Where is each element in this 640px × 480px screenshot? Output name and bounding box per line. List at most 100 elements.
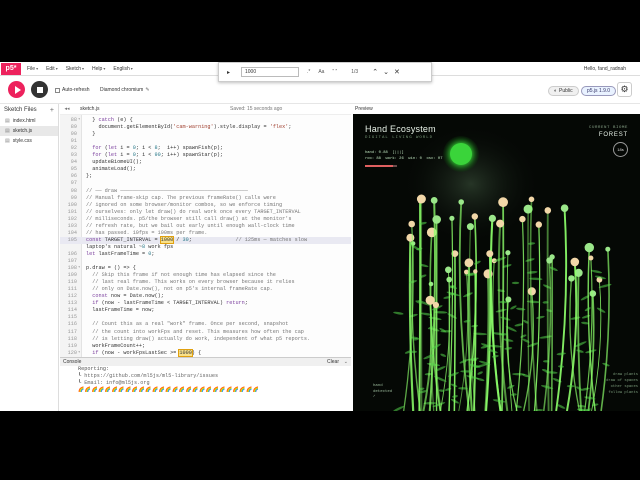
file-item-index-html[interactable]: ▤ index.html xyxy=(0,116,58,126)
auto-refresh-checkbox[interactable] xyxy=(55,87,60,93)
plant-leaf xyxy=(526,300,540,304)
find-previous-icon[interactable]: ⌃ xyxy=(372,68,378,76)
code-editor[interactable]: 88 ▾ } catch (e) {89 document.getElementB… xyxy=(60,114,351,357)
code-line[interactable]: 97 xyxy=(60,180,351,187)
line-number: 112 xyxy=(67,293,77,300)
code-line[interactable]: 106 let lastFrameTime = 0; xyxy=(60,251,351,258)
chevron-down-icon: ▾ xyxy=(36,65,39,71)
regex-toggle[interactable]: .* xyxy=(307,69,310,75)
project-name[interactable]: Diamond chromium ✎ xyxy=(100,87,150,93)
fold-icon[interactable]: ▾ xyxy=(78,265,82,272)
code-line[interactable]: 111 // only on Date.now(), not on p5's i… xyxy=(60,286,351,293)
plant-bud xyxy=(535,221,542,228)
menu-file[interactable]: File▾ xyxy=(27,66,38,72)
code-text: // last real frame. This works on every … xyxy=(92,279,295,286)
console-line: ┖ Email: info@ml5js.org xyxy=(78,380,150,386)
code-line[interactable]: 109 // Skip this frame if not enough tim… xyxy=(60,272,351,279)
project-name-label: Diamond chromium xyxy=(100,87,144,93)
chevron-down-icon[interactable]: ⌄ xyxy=(344,359,348,365)
code-line[interactable]: 102 // milliseconds. p5/the browser still… xyxy=(60,216,351,223)
plant-stem xyxy=(515,219,525,411)
line-number: 96 xyxy=(70,173,77,180)
menu-sketch[interactable]: Sketch▾ xyxy=(66,66,84,72)
code-line[interactable]: 120 ▾ if (now - workFpsLastSec >= 1000) { xyxy=(60,348,351,357)
code-line[interactable]: 119 workFrameCount++; xyxy=(60,343,351,350)
code-line[interactable]: 99 // Manual frame-skip cap. The previous… xyxy=(60,195,351,202)
p5-logo[interactable]: p5* xyxy=(1,62,21,75)
code-line[interactable]: 94 updateBiomeUI(); xyxy=(60,159,351,166)
code-line[interactable]: 90 } xyxy=(60,131,351,138)
whole-word-toggle[interactable]: “ ” xyxy=(332,69,337,75)
code-line[interactable]: 104 // has passed. 10fps = 100ms per fram… xyxy=(60,230,351,237)
code-line[interactable]: 95 animateLoad(); xyxy=(60,166,351,173)
code-line[interactable]: 91 xyxy=(60,138,351,145)
code-line[interactable]: 93 for (let i = 0; i < 90; i++) spawnSta… xyxy=(60,152,351,159)
user-menu[interactable]: Hello, fand_radnah xyxy=(584,66,626,72)
find-result-count: 1/3 xyxy=(351,69,359,75)
line-number: 98 xyxy=(70,187,77,194)
find-input[interactable] xyxy=(241,67,299,77)
plant-bud xyxy=(560,204,569,212)
plant-leaf xyxy=(495,308,507,313)
code-line[interactable]: 89 document.getElementById('cam-warning'… xyxy=(60,124,351,131)
code-line[interactable]: 92 for (let i = 0; i < 8; i++) spawnFish… xyxy=(60,145,351,152)
code-text: const TARGET_INTERVAL = 1000 / 30; // 12… xyxy=(86,235,308,244)
code-line[interactable]: 103 // refresh rate, but we bail out earl… xyxy=(60,223,351,230)
code-line[interactable]: 115 xyxy=(60,314,351,321)
auto-refresh-toggle[interactable]: Auto-refresh xyxy=(55,87,90,93)
line-number: 107 xyxy=(67,258,77,264)
mouse-cursor-icon: ➤ xyxy=(8,219,15,228)
plant-bud xyxy=(486,250,494,258)
code-line[interactable]: 96}; xyxy=(60,173,351,180)
fold-icon[interactable]: ▾ xyxy=(78,350,82,357)
code-line[interactable]: 118 // is letting draw() actually do wor… xyxy=(60,336,351,343)
preview-label: Preview xyxy=(353,104,640,114)
plant-bud xyxy=(527,287,536,296)
code-line[interactable]: 101 // ourselves: only let draw() do real… xyxy=(60,209,351,216)
menu-edit[interactable]: Edit▾ xyxy=(46,66,58,72)
play-button[interactable] xyxy=(8,81,25,98)
console-line: ┖ https://github.com/ml5js/ml5-library/i… xyxy=(78,373,219,379)
code-line[interactable]: 98 // ── draw ───────────────────────────… xyxy=(60,188,351,195)
console-clear-button[interactable]: Clear xyxy=(327,359,339,365)
find-next-icon[interactable]: ⌄ xyxy=(383,68,389,76)
plant-leaf xyxy=(507,384,515,389)
file-item-sketch-js[interactable]: ▤ sketch.js xyxy=(0,126,58,136)
plant-stem xyxy=(418,201,422,411)
code-line[interactable]: 88 ▾ } catch (e) { xyxy=(60,117,351,124)
collapse-sidebar-icon[interactable]: ◂◂ xyxy=(60,106,74,112)
file-item-style-css[interactable]: ▤ style.css xyxy=(0,136,58,146)
stop-icon xyxy=(36,86,43,93)
code-text: if (now - lastFrameTime < TARGET_INTERVA… xyxy=(92,300,248,307)
line-number: 113 xyxy=(67,300,77,307)
code-line[interactable]: 100 // ignored on some browser/monitor co… xyxy=(60,202,351,209)
code-text: // Skip this frame if not enough time ha… xyxy=(92,272,276,279)
fold-icon[interactable]: ▾ xyxy=(78,117,82,124)
code-line[interactable]: 117 // the count into workFps and reset.… xyxy=(60,329,351,336)
code-line[interactable]: 116 // Count this as a real "work" frame… xyxy=(60,321,351,328)
line-number: 90 xyxy=(70,131,77,138)
menu-help[interactable]: Help▾ xyxy=(92,66,105,72)
code-line[interactable]: 112 const now = Date.now(); xyxy=(60,293,351,300)
visibility-label: Public xyxy=(559,88,573,94)
version-button[interactable]: p5.js 1.9.0 xyxy=(581,86,617,96)
plant-leaf xyxy=(566,384,575,388)
close-icon[interactable]: ✕ xyxy=(394,68,400,76)
stop-button[interactable] xyxy=(31,81,48,98)
plant-bud xyxy=(519,215,526,223)
sketch-canvas[interactable]: Hand Ecosystem DIGITAL LIVING WORLD hand… xyxy=(353,114,640,411)
hand-meter-fill xyxy=(365,165,393,167)
code-line[interactable]: 114 lastFrameTime = now; xyxy=(60,307,351,314)
case-sensitive-toggle[interactable]: Aa xyxy=(318,69,324,75)
add-file-icon[interactable]: + xyxy=(50,107,54,114)
code-line[interactable]: 110 // last real frame. This works on ev… xyxy=(60,279,351,286)
code-line[interactable]: 108 ▾ p.draw = () => { xyxy=(60,265,351,272)
settings-button[interactable]: ⚙ xyxy=(617,82,632,97)
menu-language[interactable]: English▾ xyxy=(113,66,132,72)
code-line[interactable]: 113 if (now - lastFrameTime < TARGET_INT… xyxy=(60,300,351,307)
code-line[interactable]: laptop's natural ~8 work fps xyxy=(60,244,351,251)
expand-replace-icon[interactable]: ▸ xyxy=(227,69,237,76)
visibility-button[interactable]: ◐ Public xyxy=(548,86,579,96)
code-line[interactable]: 105 const TARGET_INTERVAL = 1000 / 30; //… xyxy=(60,235,351,244)
code-line[interactable]: 107 xyxy=(60,258,351,265)
